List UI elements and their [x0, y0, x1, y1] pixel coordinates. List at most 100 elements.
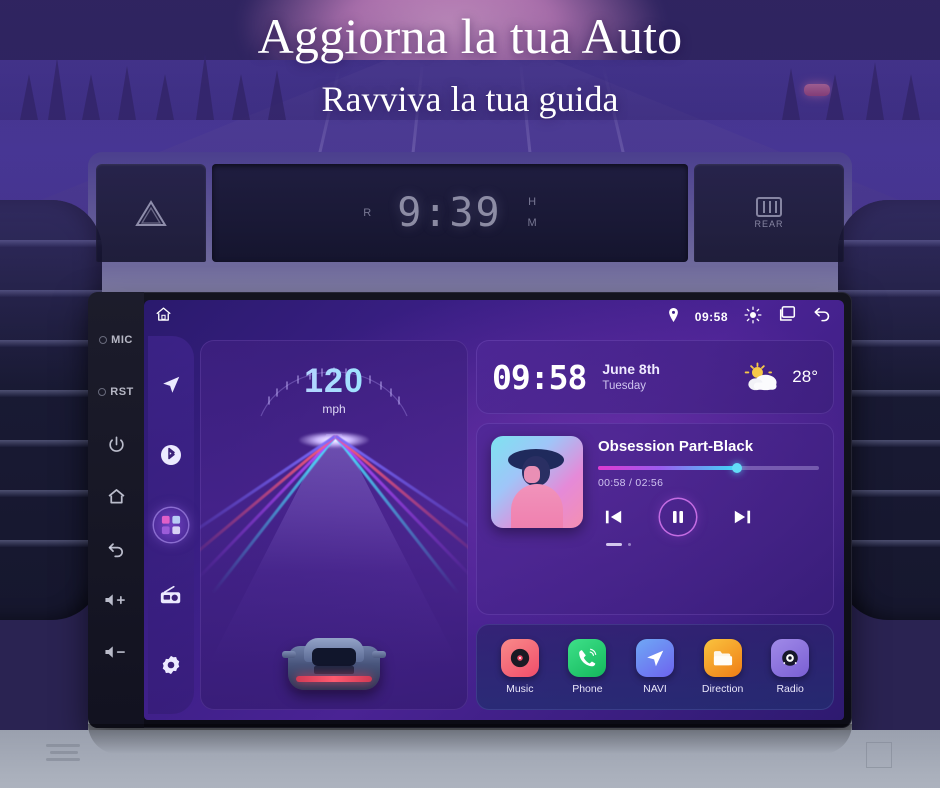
head-unit-screen[interactable]: 09:58 120 mph 09:58 June 8th Tuesday 28°…: [144, 300, 844, 720]
page-indicator[interactable]: [598, 543, 819, 546]
rear-defrost-label: REAR: [754, 219, 784, 229]
reset-button-label: RST: [110, 386, 134, 398]
lcd-label-r: R: [363, 206, 372, 219]
lower-dashboard: [0, 724, 940, 788]
hazard-triangle-icon: [135, 200, 167, 226]
music-meta: Obsession Part-Black 00:58 / 02:56: [598, 436, 819, 602]
pause-button[interactable]: [660, 499, 696, 535]
speed-unit: mph: [322, 402, 346, 416]
reset-indicator-icon: [98, 388, 107, 396]
car-dashboard: R 9:39 H M REAR MIC RST 09:58 120 mph 09…: [0, 150, 940, 788]
music-player-widget[interactable]: Obsession Part-Black 00:58 / 02:56: [476, 423, 834, 615]
previous-icon: [605, 510, 622, 524]
neon-road-graphic: [200, 418, 468, 710]
location-pin-icon: [668, 307, 679, 327]
next-track-button[interactable]: [732, 508, 752, 526]
home-icon: [108, 488, 124, 503]
pause-icon: [673, 511, 683, 523]
home-button[interactable]: [92, 470, 140, 522]
car-head-unit: MIC RST 09:58 120 mph 09:58 June 8th Tue…: [88, 292, 852, 728]
folder-icon: [703, 639, 742, 677]
reset-button[interactable]: RST: [92, 366, 140, 418]
progress-bar[interactable]: [598, 463, 819, 473]
power-button[interactable]: [92, 418, 140, 470]
app-direction[interactable]: Direction: [691, 639, 755, 695]
hero-text-block: Aggiorna la tua Auto Ravviva la tua guid…: [0, 8, 940, 121]
app-phone-label: Phone: [572, 683, 603, 695]
clock-date: June 8th: [602, 361, 660, 378]
app-phone[interactable]: Phone: [555, 639, 619, 695]
navigation-arrow-icon: [635, 639, 674, 677]
mic-indicator-icon: [99, 336, 108, 344]
page-dot: [628, 543, 631, 546]
date-block: June 8th Tuesday: [602, 361, 660, 393]
volume-down-icon: [105, 646, 125, 658]
navigation-icon: [163, 376, 180, 393]
app-navi-label: NAVI: [643, 683, 667, 695]
bluetooth-icon: [161, 445, 181, 465]
weather-block: 28°: [742, 362, 818, 392]
app-radio-label: Radio: [776, 683, 804, 695]
screen-right-column: 09:58 June 8th Tuesday 28° Obsession Par…: [476, 340, 834, 710]
speed-value: 120: [200, 362, 468, 401]
recent-apps-icon[interactable]: [778, 306, 797, 328]
volume-down-button[interactable]: [92, 626, 140, 678]
previous-track-button[interactable]: [604, 508, 624, 526]
rail-item-apps[interactable]: [154, 508, 188, 542]
app-music[interactable]: Music: [488, 639, 552, 695]
temperature-value: 28°: [792, 367, 818, 386]
back-button[interactable]: [92, 522, 140, 574]
track-title: Obsession Part-Black: [598, 438, 754, 455]
track-time: 00:58 / 02:56: [598, 477, 664, 489]
back-arrow-icon: [108, 542, 123, 557]
playback-controls: [598, 499, 819, 535]
page-subtitle: Ravviva la tua guida: [321, 79, 619, 119]
next-icon: [734, 510, 751, 524]
back-arrow-icon[interactable]: [813, 306, 832, 328]
bezel-button-column: MIC RST: [88, 292, 144, 728]
rail-item-radio[interactable]: [154, 578, 188, 612]
status-bar: 09:58: [144, 300, 844, 334]
clock-weekday: Tuesday: [602, 379, 647, 392]
car-graphic: [280, 630, 388, 696]
music-vinyl-icon: [500, 639, 539, 677]
progress-fill: [598, 466, 738, 470]
rail-item-navigation[interactable]: [154, 368, 188, 402]
air-vent-right: [838, 200, 940, 620]
rear-defrost-icon: [756, 197, 782, 217]
dashboard-lcd-cluster: R 9:39 H M: [212, 164, 688, 262]
progress-knob[interactable]: [732, 463, 743, 473]
lcd-clock-display: 9:39: [397, 190, 502, 236]
rail-item-bluetooth[interactable]: [154, 438, 188, 472]
volume-up-button[interactable]: [92, 574, 140, 626]
app-navi[interactable]: NAVI: [623, 639, 687, 695]
power-icon: [108, 436, 124, 452]
brightness-icon[interactable]: [744, 305, 762, 329]
speedometer-widget[interactable]: 120 mph: [200, 340, 468, 710]
dashboard-controls-row: R 9:39 H M REAR: [96, 164, 844, 262]
status-bar-time: 09:58: [694, 310, 728, 324]
radio-icon: [160, 585, 181, 604]
app-direction-label: Direction: [701, 683, 744, 695]
album-art[interactable]: [491, 436, 583, 528]
phone-icon: [568, 639, 607, 677]
air-vent-left: [0, 200, 102, 620]
volume-up-icon: [105, 594, 125, 606]
mic-button-label: MIC: [111, 334, 133, 346]
sun-behind-cloud-icon: [745, 362, 777, 391]
app-music-label: Music: [506, 683, 534, 695]
app-radio[interactable]: Radio: [758, 639, 822, 695]
hazard-light-button[interactable]: [96, 164, 206, 262]
radio-dial-icon: [771, 639, 810, 677]
app-dock: Music Phone NAVI Direction Radio: [476, 624, 834, 710]
clock-weather-widget[interactable]: 09:58 June 8th Tuesday 28°: [476, 340, 834, 414]
clock-time: 09:58: [492, 357, 587, 397]
lcd-labels-hm: H M: [527, 196, 537, 229]
page-dot-active: [606, 543, 622, 546]
mic-button[interactable]: MIC: [92, 314, 140, 366]
home-icon[interactable]: [154, 305, 173, 329]
rear-defrost-button[interactable]: REAR: [694, 164, 844, 262]
page-title: Aggiorna la tua Auto: [257, 8, 683, 64]
screen-side-rail: [148, 336, 194, 714]
rail-item-settings[interactable]: [154, 648, 188, 682]
